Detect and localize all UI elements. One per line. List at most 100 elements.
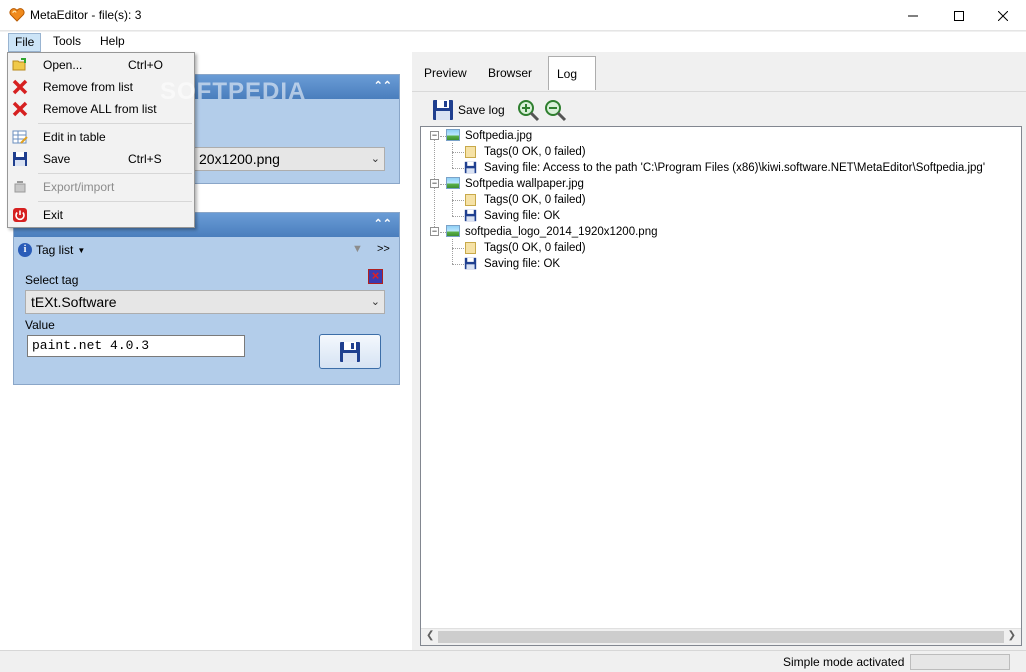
tab-log[interactable]: Log [548, 56, 596, 90]
menu-edit-table-label: Edit in table [43, 130, 106, 144]
save-tag-button[interactable] [319, 334, 381, 369]
minimize-icon [908, 15, 918, 16]
minimize-button[interactable] [890, 0, 936, 31]
info-icon: i [18, 243, 32, 257]
tag-select-value: tEXt.Software [31, 294, 117, 310]
collapse-icon[interactable]: ⌃⌃ [374, 217, 392, 230]
caret-down-icon: ▼ [77, 245, 86, 255]
menu-exit-label: Exit [43, 208, 64, 222]
menu-save-label: Save [43, 152, 71, 166]
log-saving: Saving file: OK [484, 258, 561, 270]
red-x-icon [12, 101, 28, 117]
menu-exit[interactable]: Exit [8, 205, 194, 225]
status-progress-bar [910, 654, 1010, 670]
horizontal-scrollbar[interactable]: ❮ ❯ [421, 628, 1021, 645]
tags-panel: ⌃⌃ i Tag list ▼ ▼ >> Select tag × tEXt.S… [13, 212, 400, 385]
tree-line [452, 248, 464, 249]
export-import-icon [14, 181, 26, 193]
tab-browser[interactable]: Browser [480, 56, 541, 90]
log-file-name: Softpedia wallpaper.jpg [465, 178, 584, 190]
tree-line [452, 239, 453, 264]
right-pane: Preview Browser Log Save log − Softpedia… [412, 52, 1026, 650]
watermark: SOFTPEDIA [160, 78, 307, 105]
log-tags: Tags(0 OK, 0 failed) [484, 242, 586, 254]
delete-tag-icon[interactable]: × [368, 269, 383, 284]
power-icon [13, 208, 27, 222]
tag-icon [465, 146, 476, 158]
log-tags: Tags(0 OK, 0 failed) [484, 194, 586, 206]
status-mode-text: Simple mode activated [783, 655, 905, 669]
floppy-disk-icon [340, 341, 360, 362]
tree-collapse-icon[interactable]: − [430, 131, 439, 140]
log-file-name: softpedia_logo_2014_1920x1200.png [465, 226, 658, 238]
window-title: MetaEditor - file(s): 3 [30, 8, 142, 22]
menu-bar: File Tools Help [0, 32, 1026, 52]
select-tag-label: Select tag [25, 273, 79, 287]
image-file-icon [446, 225, 460, 237]
collapse-icon[interactable]: ⌃⌃ [374, 79, 392, 92]
save-log-label: Save log [458, 103, 505, 117]
tag-select[interactable]: tEXt.Software ⌄ [25, 290, 385, 314]
floppy-disk-icon [464, 209, 477, 222]
tag-list-dropdown[interactable]: i Tag list ▼ [18, 241, 85, 259]
menu-separator [38, 123, 192, 124]
tree-collapse-icon[interactable]: − [430, 227, 439, 236]
close-button[interactable] [980, 0, 1026, 31]
save-log-button[interactable]: Save log [432, 99, 505, 121]
menu-file[interactable]: File [8, 33, 42, 52]
menu-remove-label: Remove from list [43, 80, 134, 94]
log-saving: Saving file: Access to the path 'C:\Prog… [484, 162, 986, 174]
zoom-out-icon[interactable] [543, 98, 567, 122]
floppy-disk-icon [433, 100, 453, 120]
tree-line [452, 264, 464, 265]
tab-strip: Preview Browser Log [412, 52, 1026, 92]
title-bar: MetaEditor - file(s): 3 [0, 0, 1026, 31]
scrollbar-thumb[interactable] [438, 631, 1004, 643]
menu-open-shortcut: Ctrl+O [128, 58, 164, 72]
tree-line [452, 152, 464, 153]
value-field[interactable]: paint.net 4.0.3 [27, 335, 245, 357]
image-file-icon [446, 177, 460, 189]
menu-help[interactable]: Help [94, 33, 131, 52]
log-toolbar: Save log [420, 96, 1020, 124]
close-icon [998, 10, 1008, 21]
chevron-down-icon: ⌄ [370, 296, 380, 308]
zoom-in-icon[interactable] [516, 98, 540, 122]
tree-line [452, 200, 464, 201]
tree-line [452, 216, 464, 217]
menu-save-shortcut: Ctrl+S [128, 152, 162, 166]
log-saving: Saving file: OK [484, 210, 561, 222]
tree-line [452, 168, 464, 169]
menu-open[interactable]: Open... Ctrl+O [8, 55, 194, 75]
menu-open-label: Open... [43, 58, 83, 72]
app-heart-icon [9, 8, 25, 22]
tag-icon [465, 242, 476, 254]
menu-save[interactable]: Save Ctrl+S [8, 149, 194, 169]
menu-tools[interactable]: Tools [47, 33, 87, 52]
log-tree[interactable]: − Softpedia.jpg Tags(0 OK, 0 failed) Sav… [420, 126, 1022, 646]
tag-list-label: Tag list [36, 243, 74, 257]
scroll-right-icon[interactable]: ❯ [1008, 630, 1016, 641]
menu-remove-all-label: Remove ALL from list [43, 102, 157, 116]
table-edit-icon [12, 130, 28, 144]
tree-collapse-icon[interactable]: − [430, 179, 439, 188]
menu-edit-table[interactable]: Edit in table [8, 127, 194, 147]
maximize-button[interactable] [936, 0, 982, 31]
status-bar: Simple mode activated [0, 650, 1026, 672]
tab-preview[interactable]: Preview [416, 56, 475, 90]
menu-separator [38, 201, 192, 202]
chevron-down-icon: ⌄ [370, 153, 380, 165]
red-x-icon [12, 79, 28, 95]
menu-export-import: Export/import [8, 177, 194, 197]
value-label: Value [25, 318, 55, 332]
more-button[interactable]: >> [377, 243, 390, 255]
floppy-disk-icon [464, 161, 477, 174]
floppy-disk-icon [464, 257, 477, 270]
open-folder-icon [12, 58, 26, 71]
tag-icon [465, 194, 476, 206]
scroll-left-icon[interactable]: ❮ [426, 630, 434, 641]
log-file-name: Softpedia.jpg [465, 130, 533, 142]
menu-export-import-label: Export/import [43, 180, 115, 194]
menu-separator [38, 173, 192, 174]
filter-icon[interactable]: ▼ [352, 243, 363, 255]
